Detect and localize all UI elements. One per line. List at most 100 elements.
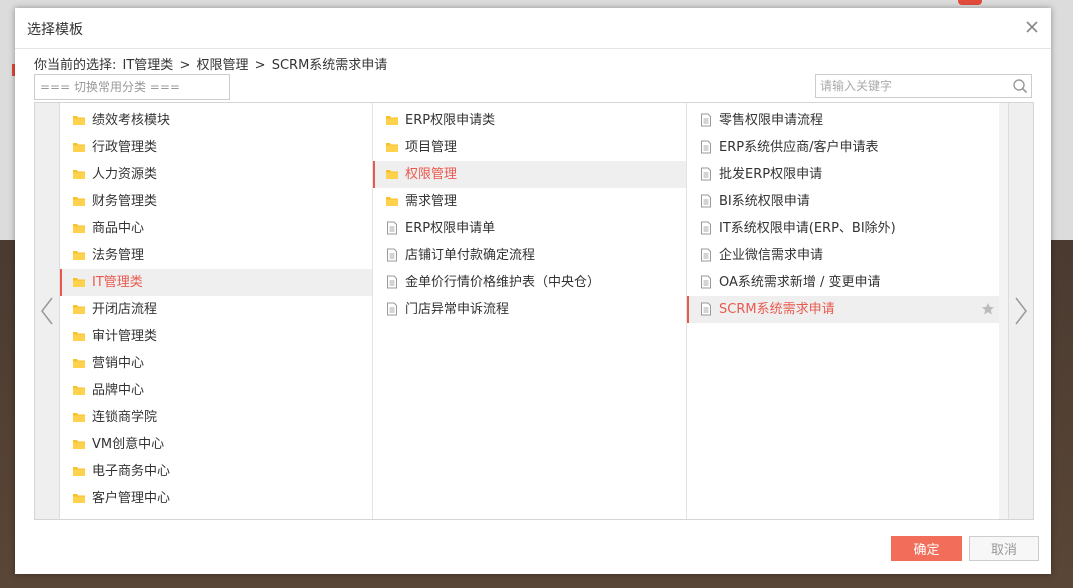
breadcrumb-item: IT管理类 bbox=[122, 58, 174, 73]
item-label: 店铺订单付款确定流程 bbox=[405, 248, 536, 263]
item-label: IT管理类 bbox=[92, 275, 143, 290]
document-icon bbox=[701, 302, 711, 316]
search-input[interactable] bbox=[820, 76, 1005, 96]
item-label: 开闭店流程 bbox=[92, 302, 158, 317]
category-list: 绩效考核模块行政管理类人力资源类财务管理类 商品中心法务管理 IT管理类开闭店流程审… bbox=[60, 107, 372, 512]
document-icon bbox=[387, 275, 397, 289]
item-label: 批发ERP权限申请 bbox=[719, 167, 823, 182]
folder-item[interactable]: IT管理类 bbox=[60, 269, 372, 296]
item-label: 零售权限申请流程 bbox=[719, 113, 824, 128]
template-item[interactable]: 金单价行情价格维护表（中央仓） bbox=[373, 269, 686, 296]
template-item[interactable]: ERP权限申请单 bbox=[373, 215, 686, 242]
search-box bbox=[815, 74, 1032, 98]
document-icon bbox=[701, 275, 711, 289]
item-label: 项目管理 bbox=[405, 140, 458, 155]
document-icon bbox=[701, 221, 711, 235]
breadcrumb-item: 权限管理 bbox=[196, 58, 249, 73]
folder-icon bbox=[73, 467, 85, 476]
folder-item[interactable]: 需求管理 bbox=[373, 188, 686, 215]
subcategory-column: ERP权限申请类 项目管理权限管理需求管理 ERP权限申请单店铺订单付款确定流程金单… bbox=[373, 103, 687, 519]
folder-item[interactable]: 品牌中心 bbox=[60, 377, 372, 404]
folder-icon bbox=[386, 143, 398, 152]
chevron-left-icon bbox=[41, 297, 53, 325]
template-item[interactable]: ERP系统供应商/客户申请表 bbox=[687, 134, 999, 161]
item-label: 品牌中心 bbox=[92, 383, 145, 398]
template-item[interactable]: OA系统需求新增 / 变更申请 bbox=[687, 269, 999, 296]
folder-item[interactable]: 人力资源类 bbox=[60, 161, 372, 188]
item-label: SCRM系统需求申请 bbox=[719, 302, 835, 317]
folder-icon bbox=[73, 494, 85, 503]
template-item[interactable]: BI系统权限申请 bbox=[687, 188, 999, 215]
subcategory-list: ERP权限申请类 项目管理权限管理需求管理 ERP权限申请单店铺订单付款确定流程金单… bbox=[373, 107, 686, 323]
folder-icon bbox=[73, 278, 85, 287]
item-label: 营销中心 bbox=[92, 356, 145, 371]
folder-item[interactable]: 法务管理 bbox=[60, 242, 372, 269]
document-icon bbox=[387, 221, 397, 235]
folder-icon bbox=[73, 332, 85, 341]
folder-icon bbox=[386, 197, 398, 206]
template-item[interactable]: 批发ERP权限申请 bbox=[687, 161, 999, 188]
search-icon[interactable] bbox=[1012, 78, 1028, 94]
item-label: 门店异常申诉流程 bbox=[405, 302, 510, 317]
item-label: IT系统权限申请(ERP、BI除外) bbox=[719, 221, 896, 236]
template-column: 零售权限申请流程 ERP系统供应商/客户申请表批发ERP权限申请 BI系统权限申请 I… bbox=[687, 103, 999, 519]
folder-item[interactable]: 商品中心 bbox=[60, 215, 372, 242]
template-item[interactable]: SCRM系统需求申请 bbox=[687, 296, 999, 323]
prev-page-button[interactable] bbox=[35, 103, 60, 519]
folder-item[interactable]: 营销中心 bbox=[60, 350, 372, 377]
template-item[interactable]: 店铺订单付款确定流程 bbox=[373, 242, 686, 269]
breadcrumb-item: SCRM系统需求申请 bbox=[271, 58, 388, 73]
document-icon bbox=[387, 302, 397, 316]
folder-icon bbox=[73, 197, 85, 206]
folder-item[interactable]: VM创意中心 bbox=[60, 431, 372, 458]
template-item[interactable]: IT系统权限申请(ERP、BI除外) bbox=[687, 215, 999, 242]
folder-item[interactable]: 审计管理类 bbox=[60, 323, 372, 350]
folder-item[interactable]: 财务管理类 bbox=[60, 188, 372, 215]
item-label: 客户管理中心 bbox=[92, 491, 171, 506]
category-switch-select[interactable]: === 切换常用分类 === bbox=[34, 74, 230, 100]
folder-item[interactable]: 绩效考核模块 bbox=[60, 107, 372, 134]
template-item[interactable]: 企业微信需求申请 bbox=[687, 242, 999, 269]
item-label: BI系统权限申请 bbox=[719, 194, 810, 209]
dialog-title: 选择模板 bbox=[27, 22, 83, 38]
document-icon bbox=[701, 113, 711, 127]
item-label: 审计管理类 bbox=[92, 329, 158, 344]
confirm-button[interactable]: 确定 bbox=[891, 536, 962, 561]
background-toggle bbox=[958, 0, 982, 5]
cancel-button[interactable]: 取消 bbox=[969, 536, 1039, 561]
folder-icon bbox=[73, 440, 85, 449]
folder-icon bbox=[73, 224, 85, 233]
item-label: 行政管理类 bbox=[92, 140, 158, 155]
folder-item[interactable]: 权限管理 bbox=[373, 161, 686, 188]
item-label: 人力资源类 bbox=[92, 167, 158, 182]
folder-item[interactable]: 开闭店流程 bbox=[60, 296, 372, 323]
select-template-dialog: 选择模板 你当前的选择: IT管理类 > 权限管理 > SCRM系统需求申请 =… bbox=[15, 8, 1051, 574]
folder-item[interactable]: 电子商务中心 bbox=[60, 458, 372, 485]
folder-item[interactable]: 行政管理类 bbox=[60, 134, 372, 161]
dialog-header: 选择模板 bbox=[15, 8, 1051, 49]
breadcrumb-separator: > bbox=[254, 58, 266, 73]
folder-icon bbox=[386, 116, 398, 125]
item-label: 金单价行情价格维护表（中央仓） bbox=[405, 275, 601, 290]
next-page-button[interactable] bbox=[1008, 103, 1033, 519]
folder-item[interactable]: 客户管理中心 bbox=[60, 485, 372, 512]
document-icon bbox=[701, 194, 711, 208]
chevron-right-icon bbox=[1015, 297, 1027, 325]
template-list: 零售权限申请流程 ERP系统供应商/客户申请表批发ERP权限申请 BI系统权限申请 I… bbox=[687, 107, 999, 323]
folder-item[interactable]: 连锁商学院 bbox=[60, 404, 372, 431]
template-item[interactable]: 零售权限申请流程 bbox=[687, 107, 999, 134]
current-selection: 你当前的选择: IT管理类 > 权限管理 > SCRM系统需求申请 bbox=[34, 54, 389, 73]
folder-icon bbox=[73, 413, 85, 422]
star-icon[interactable] bbox=[981, 302, 995, 316]
folder-item[interactable]: ERP权限申请类 bbox=[373, 107, 686, 134]
folder-icon bbox=[73, 386, 85, 395]
folder-icon bbox=[73, 359, 85, 368]
item-label: 电子商务中心 bbox=[92, 464, 171, 479]
item-label: 权限管理 bbox=[405, 167, 458, 182]
close-icon[interactable] bbox=[1023, 18, 1041, 36]
item-label: 法务管理 bbox=[92, 248, 145, 263]
template-item[interactable]: 门店异常申诉流程 bbox=[373, 296, 686, 323]
item-label: OA系统需求新增 / 变更申请 bbox=[719, 275, 881, 290]
item-label: ERP权限申请类 bbox=[405, 113, 496, 128]
folder-item[interactable]: 项目管理 bbox=[373, 134, 686, 161]
